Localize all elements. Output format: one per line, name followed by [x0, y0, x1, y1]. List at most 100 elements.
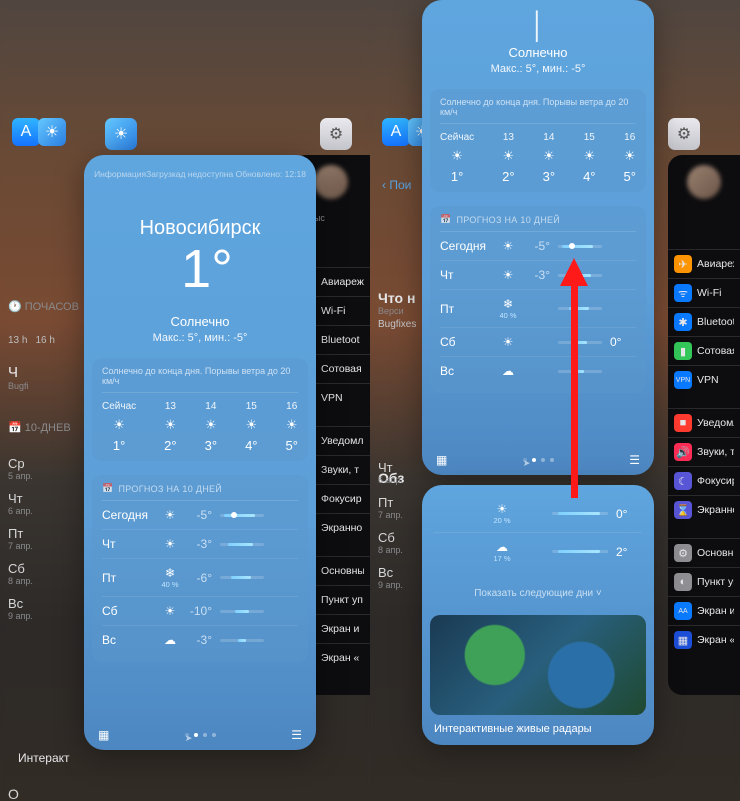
- hour-col: 143°: [205, 401, 217, 453]
- day-row[interactable]: Сегодня-5°: [440, 232, 636, 261]
- settings-row[interactable]: ᯤWi-Fi: [668, 278, 740, 307]
- settings-row-label: Фокусир: [321, 493, 362, 505]
- hourly-desc: Солнечно до конца дня. Порывы ветра до 2…: [102, 366, 298, 393]
- page-dots[interactable]: ➤: [185, 733, 216, 737]
- settings-row-label: Экран и: [697, 605, 734, 617]
- calendar-icon: [440, 214, 452, 225]
- day-row[interactable]: Вс-3°: [102, 626, 298, 654]
- settings-row-label: Пункт уп: [697, 576, 734, 588]
- hour-col: 132°: [164, 401, 176, 453]
- settings-row-label: Основны: [321, 565, 364, 577]
- hour-col: Сейчас1°: [102, 401, 136, 453]
- day-row[interactable]: Сб0°: [440, 328, 636, 357]
- settings-row[interactable]: ✱Bluetoot: [668, 307, 740, 336]
- hourly-panel[interactable]: Солнечно до конца дня. Порывы ветра до 2…: [92, 358, 308, 461]
- day-row[interactable]: Пт40 %-6°: [102, 559, 298, 597]
- avatar: [314, 165, 348, 199]
- settings-row-icon: VPN: [674, 371, 692, 389]
- settings-icon[interactable]: ⚙: [320, 118, 352, 150]
- appstore-icon[interactable]: A: [12, 118, 40, 146]
- settings-row[interactable]: ⌛Экранно: [668, 495, 740, 524]
- settings-row[interactable]: ■Уведомл: [668, 408, 740, 437]
- settings-row-icon: ⚙: [674, 544, 692, 562]
- tenday-header: ПРОГНОЗ НА 10 ДНЕЙ: [457, 215, 561, 225]
- settings-row-label: VPN: [697, 374, 719, 386]
- hourly-desc: Солнечно до конца дня. Порывы ветра до 2…: [440, 97, 636, 124]
- weather-footer: ➤: [84, 728, 316, 742]
- weather-card[interactable]: ИнформацияЗагрузкад недоступна Обновлено…: [84, 155, 316, 750]
- settings-row-label: Уведомл: [697, 417, 734, 429]
- city-name: Новосибирск: [84, 217, 316, 240]
- settings-row-icon: ᯤ: [674, 284, 692, 302]
- settings-row[interactable]: ▮Сотовая: [668, 336, 740, 365]
- settings-row-icon: ☾: [674, 472, 692, 490]
- bg-footer-text: Интеракт: [18, 751, 70, 765]
- day-row[interactable]: Чт-3°: [102, 530, 298, 559]
- tenday-header: ПРОГНОЗ НА 10 ДНЕЙ: [119, 484, 223, 494]
- day-row[interactable]: Сегодня-5°: [102, 501, 298, 530]
- radar-preview[interactable]: [430, 615, 646, 715]
- tenday-panel[interactable]: ПРОГНОЗ НА 10 ДНЕЙ Сегодня-5°Чт-3°Пт40 %…: [430, 206, 646, 393]
- weather-footer: ➤: [422, 453, 654, 467]
- settings-row[interactable]: ☾ Фокусир: [668, 466, 740, 495]
- settings-row-icon: ▦: [674, 631, 692, 649]
- settings-row-icon: ▮: [674, 342, 692, 360]
- weather-icon-small[interactable]: ☀: [38, 118, 66, 146]
- weather-card-bottom[interactable]: 20 %0°17 %2° Показать следующие дни ˅ Ин…: [422, 485, 654, 745]
- settings-row[interactable]: 🔊Звуки, т: [668, 437, 740, 466]
- day-row[interactable]: Пт40 %: [440, 290, 636, 328]
- settings-row-label: Bluetoot: [697, 316, 734, 328]
- bg-hourly-col: ПОЧАСОВ 13 h16 h Ч Bugfi 10-ДНЕВ Ср5 апр…: [8, 300, 78, 801]
- day-row[interactable]: Чт-3°: [440, 261, 636, 290]
- settings-row-label: Экранно: [321, 522, 362, 534]
- hourly-panel[interactable]: Солнечно до конца дня. Порывы ветра до 2…: [430, 89, 646, 192]
- current-temp: 1°: [84, 242, 316, 296]
- hilo-text: Макс.: 5°, мин.: -5°: [422, 63, 654, 75]
- hour-col: 154°: [583, 132, 595, 184]
- settings-row[interactable]: ◐ Пункт уп: [668, 567, 740, 596]
- app-switcher-row: A ☀ ☀ Погода ⚙: [0, 118, 370, 154]
- settings-row-label: Wi-Fi: [321, 305, 346, 317]
- bottom-hour-row: 17 %2°: [434, 533, 642, 570]
- calendar-icon: [8, 421, 22, 434]
- settings-row[interactable]: VPN VPN: [668, 365, 740, 394]
- settings-row[interactable]: ⚙ Основны: [668, 538, 740, 567]
- settings-row[interactable]: ▦Экран «: [668, 625, 740, 654]
- settings-row[interactable]: AAЭкран и: [668, 596, 740, 625]
- settings-row-label: VPN: [321, 392, 343, 404]
- settings-row-label: Звуки, т: [321, 464, 359, 476]
- appstore-icon[interactable]: A: [382, 118, 410, 146]
- settings-app-card[interactable]: ✈АвиарежᯤWi-Fi✱Bluetoot▮Сотовая VPN VPN ■Ув…: [668, 155, 740, 695]
- list-icon[interactable]: [291, 728, 302, 742]
- settings-row-label: Bluetoot: [321, 334, 360, 346]
- info-subline: ИнформацияЗагрузкад недоступна Обновлено…: [84, 169, 316, 179]
- settings-row-label: Звуки, т: [697, 446, 734, 458]
- page-dots[interactable]: ➤: [523, 458, 554, 462]
- settings-row-label: Пункт уп: [321, 594, 363, 606]
- condition-text: Солнечно: [84, 314, 316, 329]
- settings-row-label: Экранно: [697, 504, 734, 516]
- avatar: [687, 165, 721, 199]
- weather-icon[interactable]: ☀: [105, 118, 137, 150]
- settings-row-label: Основны: [697, 547, 734, 559]
- settings-row-label: Экран и: [321, 623, 359, 635]
- hilo-text: Макс.: 5°, мин.: -5°: [84, 332, 316, 344]
- settings-icon[interactable]: ⚙: [668, 118, 700, 150]
- back-label[interactable]: ‹ Пои: [382, 178, 411, 192]
- hour-col: 165°: [286, 401, 298, 453]
- weather-card-scrolled[interactable]: │ Солнечно Макс.: 5°, мин.: -5° Солнечно…: [422, 0, 654, 475]
- settings-row-label: Авиареж: [697, 258, 734, 270]
- settings-row[interactable]: ✈Авиареж: [668, 249, 740, 278]
- bg-day: Пт7 апр.: [8, 526, 78, 551]
- tenday-panel[interactable]: ПРОГНОЗ НА 10 ДНЕЙ Сегодня-5°Чт-3°Пт40 %…: [92, 475, 308, 662]
- list-icon[interactable]: [629, 453, 640, 467]
- settings-row-icon: ◐: [674, 573, 692, 591]
- clock-icon: [8, 300, 22, 313]
- day-row[interactable]: Вс: [440, 357, 636, 385]
- show-more-days[interactable]: Показать следующие дни ˅: [422, 580, 654, 607]
- bg-day: Вс9 апр.: [8, 596, 78, 621]
- map-icon[interactable]: [98, 728, 109, 742]
- day-row[interactable]: Сб-10°: [102, 597, 298, 626]
- settings-row-label: Фокусир: [697, 475, 734, 487]
- settings-row-label: Авиареж: [321, 276, 364, 288]
